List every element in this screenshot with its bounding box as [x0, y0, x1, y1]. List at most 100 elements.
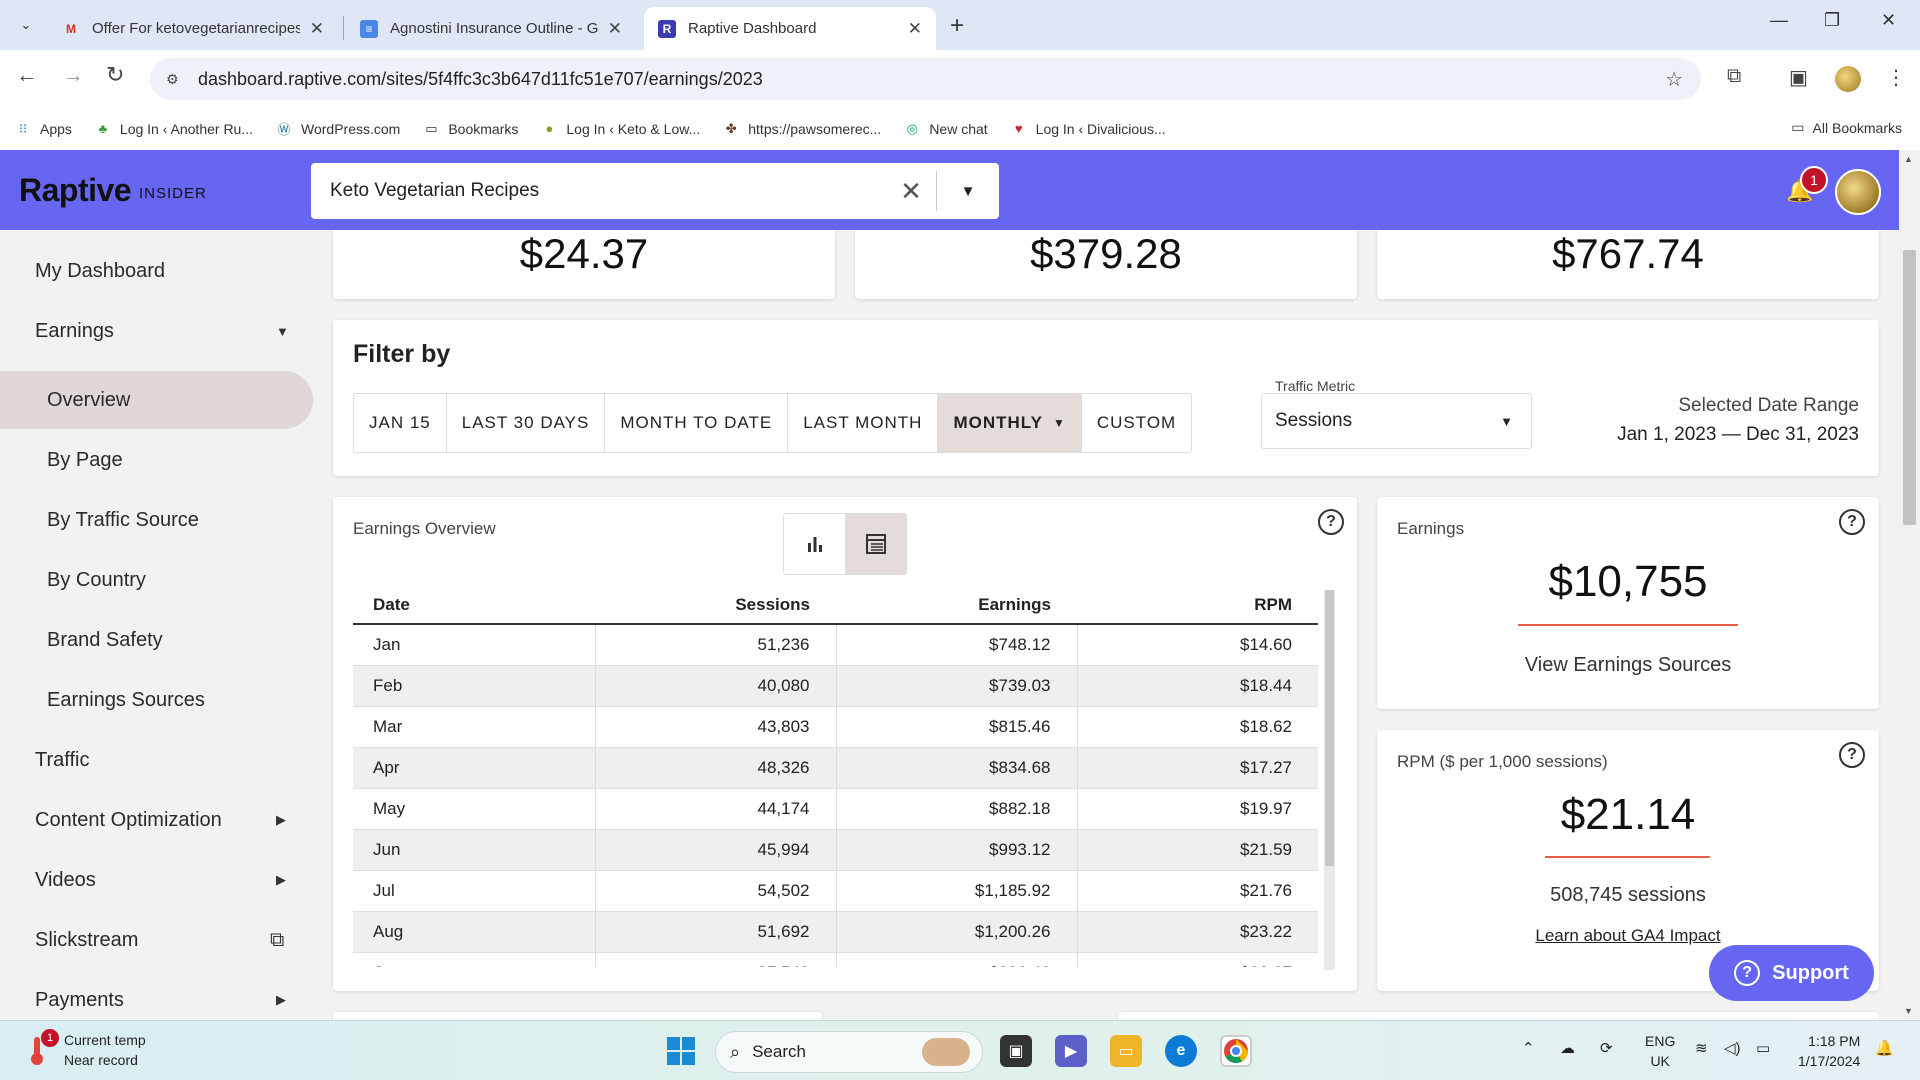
clock[interactable]: 1:18 PM 1/17/2024 [1798, 1031, 1860, 1071]
wifi-icon[interactable]: ≋ [1695, 1039, 1708, 1057]
taskbar-search[interactable]: ⌕ Search [715, 1031, 983, 1073]
caret-right-icon: ▶ [276, 992, 286, 1007]
sidebar-item-by-page[interactable]: By Page [0, 431, 300, 489]
battery-icon[interactable]: ▭ [1756, 1039, 1770, 1057]
brand-subtitle: INSIDER [139, 185, 207, 202]
side-panel-icon[interactable]: ▣ [1789, 65, 1808, 90]
tab-search-chevron-icon[interactable]: ⌄ [12, 11, 40, 39]
bookmark-item[interactable]: ✤ https://pawsomerec... [722, 120, 882, 138]
help-icon[interactable]: ? [1839, 742, 1865, 768]
app-header: Raptive INSIDER Keto Vegetarian Recipes … [0, 150, 1899, 230]
close-window-icon[interactable]: ✕ [1881, 10, 1896, 31]
bookmark-apps[interactable]: ⁝⁝ Apps [14, 120, 72, 138]
forward-arrow-icon[interactable]: → [62, 62, 84, 88]
earnings-table: Date Sessions Earnings RPM Jan 51,236 $748… [353, 587, 1318, 967]
browser-menu-icon[interactable]: ⋮ [1886, 65, 1906, 90]
table-view-button[interactable] [845, 514, 906, 574]
tab-close-icon[interactable]: ✕ [608, 19, 622, 39]
sidebar-item-earnings-sources[interactable]: Earnings Sources [0, 671, 300, 729]
onedrive-icon[interactable]: ☁ [1560, 1039, 1575, 1057]
ga4-impact-link[interactable]: Learn about GA4 Impact [1377, 926, 1879, 946]
bookmark-folder[interactable]: ▭ Bookmarks [422, 120, 518, 138]
back-arrow-icon[interactable]: ← [16, 62, 38, 88]
scrollbar-thumb[interactable] [1325, 590, 1334, 866]
bookmark-item[interactable]: ♥ Log In ‹ Divalicious... [1010, 120, 1166, 138]
bookmark-item[interactable]: ◎ New chat [903, 120, 988, 138]
bookmark-item[interactable]: ♣ Log In ‹ Another Ru... [94, 120, 253, 138]
sidebar-item-by-traffic-source[interactable]: By Traffic Source [0, 491, 300, 549]
restore-icon[interactable]: ❐ [1824, 10, 1840, 31]
help-icon[interactable]: ? [1318, 509, 1344, 535]
tab-close-icon[interactable]: ✕ [310, 19, 324, 39]
column-header[interactable]: RPM [1077, 587, 1318, 625]
tab-raptive[interactable]: R Raptive Dashboard ✕ [644, 7, 936, 50]
chevron-down-icon[interactable]: ▼ [937, 183, 999, 200]
scroll-up-arrow-icon[interactable]: ▲ [1904, 154, 1913, 164]
column-header[interactable]: Sessions [595, 587, 836, 625]
view-earnings-sources-link[interactable]: View Earnings Sources [1377, 654, 1879, 677]
support-button[interactable]: ? Support [1709, 945, 1874, 1001]
sidebar-item-overview[interactable]: Overview [0, 371, 313, 429]
bookmark-item[interactable]: Ⓦ WordPress.com [275, 120, 401, 138]
column-header[interactable]: Earnings [836, 587, 1077, 625]
windows-start-icon[interactable] [665, 1035, 697, 1067]
sidebar-item-brand-safety[interactable]: Brand Safety [0, 611, 300, 669]
extensions-icon[interactable]: ⧉ [1727, 65, 1741, 88]
sidebar-item-slickstream[interactable]: Slickstream ⧉ [0, 911, 300, 969]
clear-icon[interactable]: ✕ [886, 176, 936, 207]
edge-icon[interactable]: e [1165, 1035, 1197, 1067]
sidebar-item-traffic[interactable]: Traffic [0, 731, 300, 789]
tab-gmail[interactable]: M Offer For ketovegetarianrecipes ✕ [48, 7, 338, 50]
star-bookmark-icon[interactable]: ☆ [1665, 67, 1683, 92]
table-scrollbar[interactable] [1324, 590, 1335, 970]
teams-icon[interactable]: ▶ [1055, 1035, 1087, 1067]
sidebar-item-earnings[interactable]: Earnings ▼ [0, 302, 300, 360]
table-row: Jan 51,236 $748.12 $14.60 [353, 624, 1318, 666]
filter-last-month-button[interactable]: LAST MONTH [788, 394, 939, 452]
earnings-overview-card: Earnings Overview ? Date Sessions Earnin… [333, 497, 1357, 991]
notification-bell-icon[interactable]: 🔔 [1875, 1039, 1894, 1057]
sidebar-item-my-dashboard[interactable]: My Dashboard [0, 242, 300, 300]
filter-mtd-button[interactable]: MONTH TO DATE [605, 394, 789, 452]
sidebar-item-videos[interactable]: Videos ▶ [0, 851, 300, 909]
column-header[interactable]: Date [353, 587, 595, 625]
tab-docs[interactable]: ≡ Agnostini Insurance Outline - G ✕ [346, 7, 636, 50]
date-range-value: Jan 1, 2023 — Dec 31, 2023 [1617, 424, 1859, 445]
page-scrollbar[interactable]: ▲ ▼ [1899, 150, 1920, 1020]
task-view-icon[interactable]: ▣ [1000, 1035, 1032, 1067]
address-bar[interactable]: ⚙ dashboard.raptive.com/sites/5f4ffc3c3b… [150, 58, 1701, 100]
bookmark-item[interactable]: ● Log In ‹ Keto & Low... [540, 120, 700, 138]
new-tab-plus-icon[interactable]: + [950, 12, 964, 40]
filter-custom-button[interactable]: CUSTOM [1082, 394, 1191, 452]
help-icon[interactable]: ? [1839, 509, 1865, 535]
chart-view-button[interactable] [784, 514, 845, 574]
earnings-card-title: Earnings [1397, 519, 1465, 538]
sync-icon[interactable]: ⟳ [1600, 1039, 1613, 1057]
traffic-metric-select[interactable]: Sessions ▼ [1261, 393, 1532, 449]
minimize-icon[interactable]: — [1770, 10, 1788, 31]
all-bookmarks[interactable]: ▭ All Bookmarks [1791, 119, 1902, 136]
sidebar-item-content-optimization[interactable]: Content Optimization ▶ [0, 791, 300, 849]
file-explorer-icon[interactable]: ▭ [1110, 1035, 1142, 1067]
chrome-icon[interactable] [1220, 1035, 1252, 1067]
sidebar-item-by-country[interactable]: By Country [0, 551, 300, 609]
caret-down-icon: ▼ [1500, 413, 1513, 429]
volume-icon[interactable]: ◁) [1724, 1039, 1741, 1057]
reload-icon[interactable]: ↻ [106, 62, 124, 88]
site-selector[interactable]: Keto Vegetarian Recipes ✕ ▼ [311, 163, 999, 219]
filter-last30-button[interactable]: LAST 30 DAYS [447, 394, 606, 452]
site-selector-value: Keto Vegetarian Recipes [330, 180, 540, 201]
filter-monthly-button[interactable]: MONTHLY ▼ [938, 394, 1082, 452]
profile-avatar[interactable] [1835, 66, 1861, 92]
scrollbar-thumb[interactable] [1903, 250, 1916, 525]
site-info-icon[interactable]: ⚙ [166, 71, 186, 88]
avatar[interactable] [1835, 169, 1881, 215]
tab-close-icon[interactable]: ✕ [908, 19, 922, 39]
table-row: Jul 54,502 $1,185.92 $21.76 [353, 870, 1318, 912]
filter-jan15-button[interactable]: JAN 15 [354, 394, 447, 452]
tray-chevron-up-icon[interactable]: ⌃ [1522, 1039, 1535, 1057]
language-indicator[interactable]: ENG UK [1645, 1031, 1675, 1071]
scroll-down-arrow-icon[interactable]: ▼ [1904, 1006, 1913, 1016]
brand-logo[interactable]: Raptive [19, 172, 132, 209]
weather-widget[interactable]: 1 Current temp Near record [28, 1029, 146, 1070]
